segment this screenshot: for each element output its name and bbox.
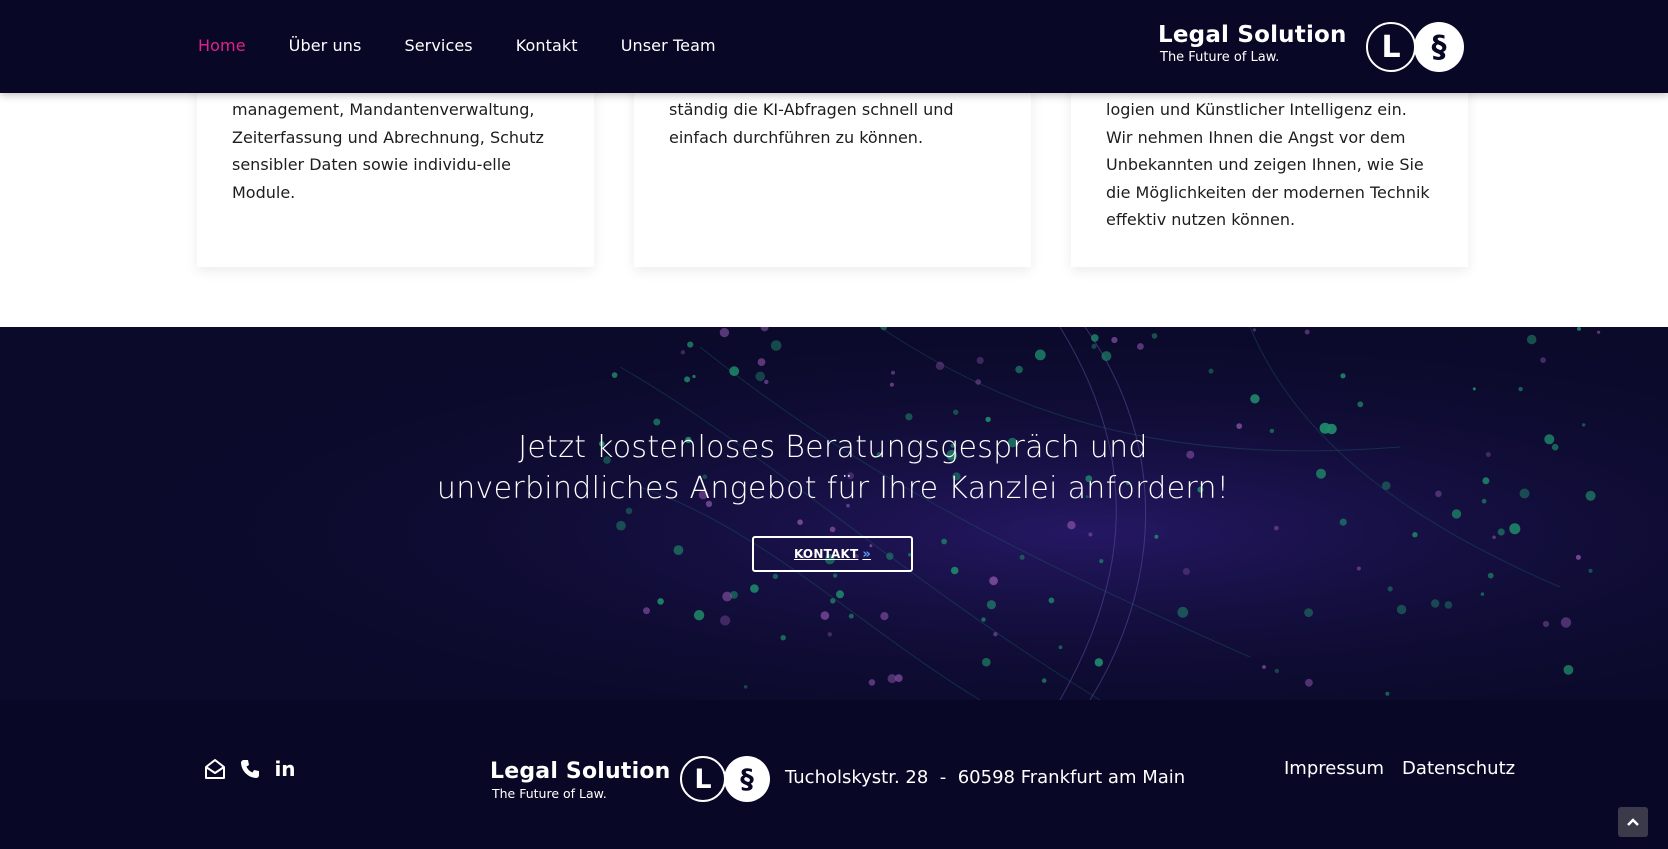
- linkedin-icon[interactable]: in: [273, 757, 297, 781]
- header-brand[interactable]: Legal Solution The Future of Law.: [1158, 22, 1347, 65]
- cta-title: Jetzt kostenloses Beratungsgespräch und …: [0, 427, 1666, 509]
- service-card-text: logien und Künstlicher Intelligenz ein. …: [1106, 100, 1430, 229]
- logo-l-mark: L: [680, 756, 726, 802]
- logo-paragraph-mark: §: [724, 756, 770, 802]
- nav-item-unser-team[interactable]: Unser Team: [621, 36, 716, 55]
- social-links: in: [203, 757, 297, 781]
- double-chevron-right-icon: »: [862, 546, 872, 562]
- datenschutz-link[interactable]: Datenschutz: [1402, 758, 1515, 779]
- network-background-graphic: [0, 327, 1668, 700]
- cta-section: Jetzt kostenloses Beratungsgespräch und …: [0, 327, 1668, 700]
- site-header: Home Über uns Services Kontakt Unser Tea…: [0, 0, 1668, 93]
- main-navigation: Home Über uns Services Kontakt Unser Tea…: [198, 36, 759, 55]
- logo-l-mark: L: [1366, 22, 1416, 72]
- brand-subtitle: The Future of Law.: [492, 786, 607, 801]
- brand-title: Legal Solution: [1158, 22, 1347, 48]
- nav-item-home[interactable]: Home: [198, 36, 246, 55]
- company-address: Tucholskystr. 28 - 60598 Frankfurt am Ma…: [785, 767, 1186, 788]
- footer-brand[interactable]: Legal Solution The Future of Law.: [490, 759, 671, 801]
- phone-icon[interactable]: [238, 757, 262, 781]
- cta-title-line-2: unverbindliches Angebot für Ihre Kanzlei…: [436, 471, 1230, 506]
- envelope-open-icon[interactable]: [203, 757, 227, 781]
- footer-logo[interactable]: L §: [680, 756, 770, 802]
- nav-item-services[interactable]: Services: [404, 36, 472, 55]
- brand-subtitle: The Future of Law.: [1160, 50, 1280, 65]
- service-card-text: ständig die KI-Abfragen schnell und einf…: [669, 100, 954, 147]
- logo-paragraph-mark: §: [1414, 22, 1464, 72]
- nav-item-ueber-uns[interactable]: Über uns: [289, 36, 362, 55]
- kontakt-button[interactable]: KONTAKT »: [752, 536, 913, 572]
- cta-title-line-1: Jetzt kostenloses Beratungsgespräch und: [518, 430, 1148, 465]
- impressum-link[interactable]: Impressum: [1284, 758, 1384, 779]
- nav-item-kontakt[interactable]: Kontakt: [516, 36, 578, 55]
- header-logo[interactable]: L §: [1366, 22, 1464, 72]
- kontakt-button-label: KONTAKT: [793, 547, 859, 561]
- chevron-up-icon: [1627, 818, 1639, 826]
- service-card-text: management, Mandantenverwaltung, Zeiterf…: [232, 100, 544, 202]
- brand-title: Legal Solution: [490, 759, 671, 784]
- site-footer: in Legal Solution The Future of Law. L §…: [0, 700, 1668, 849]
- back-to-top-button[interactable]: [1618, 807, 1648, 837]
- legal-links: Impressum Datenschutz: [1284, 758, 1515, 779]
